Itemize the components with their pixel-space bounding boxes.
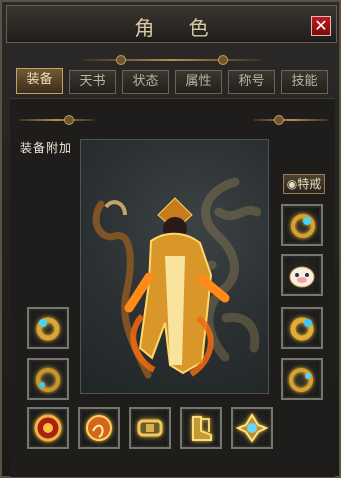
equipment-slot-right-3[interactable] — [281, 307, 323, 349]
gold-bracelet-icon — [289, 368, 313, 392]
golden-amulet-icon — [235, 413, 269, 443]
special-ring-label: 特戒 — [297, 177, 322, 191]
ornament-bracelet-icon — [291, 214, 315, 238]
equipment-slot-right-1[interactable] — [281, 204, 323, 246]
close-button[interactable]: ✕ — [311, 16, 331, 36]
gold-ring-icon — [290, 317, 314, 341]
equipment-slot-bottom-1[interactable] — [27, 407, 69, 449]
fire-orb-icon — [86, 415, 112, 441]
equipment-slot-left-2[interactable] — [27, 358, 69, 400]
equipment-slot-right-4[interactable] — [281, 358, 323, 400]
character-model-frame — [80, 139, 269, 394]
equipment-slot-bottom-4[interactable] — [180, 407, 222, 449]
equipment-slot-bottom-2[interactable] — [78, 407, 120, 449]
tab-equipment[interactable]: 装备 — [16, 68, 63, 94]
equipment-bonus-label: 装备附加 — [20, 141, 73, 155]
tab-skills[interactable]: 技能 — [281, 70, 328, 94]
special-ring-button[interactable]: ◉特戒 — [283, 174, 325, 194]
equipment-slot-left-1[interactable] — [27, 307, 69, 349]
equipment-slot-bottom-5[interactable] — [231, 407, 273, 449]
special-ring-icon: ◉ — [286, 177, 298, 191]
right-divider-ornament — [254, 115, 329, 125]
tab-status[interactable]: 状态 — [122, 70, 169, 94]
left-divider-ornament — [19, 115, 94, 125]
tab-attributes[interactable]: 属性 — [175, 70, 222, 94]
red-medallion-icon — [34, 414, 62, 442]
golden-boots-icon — [192, 416, 212, 441]
tab-bar: 装备 天书 状态 属性 称号 技能 — [16, 68, 331, 94]
equipment-slot-right-2[interactable] — [281, 254, 323, 296]
pig-pet-icon — [289, 266, 315, 288]
title-bar: 角 色 ✕ — [6, 5, 337, 43]
character-figure-icon — [92, 197, 230, 379]
jade-ring-icon — [36, 317, 60, 341]
tab-header-ornament — [82, 55, 262, 65]
tab-title[interactable]: 称号 — [228, 70, 275, 94]
tab-heavenly-book[interactable]: 天书 — [69, 70, 116, 94]
gemmed-bracelet-icon — [36, 368, 60, 392]
golden-belt-icon — [137, 419, 163, 437]
equipment-slot-bottom-3[interactable] — [129, 407, 171, 449]
character-panel: 角 色 ✕ 装备 天书 状态 属性 称号 技能 装备附加 ◉特戒 — [0, 0, 341, 478]
window-title: 角 色 — [134, 16, 223, 40]
